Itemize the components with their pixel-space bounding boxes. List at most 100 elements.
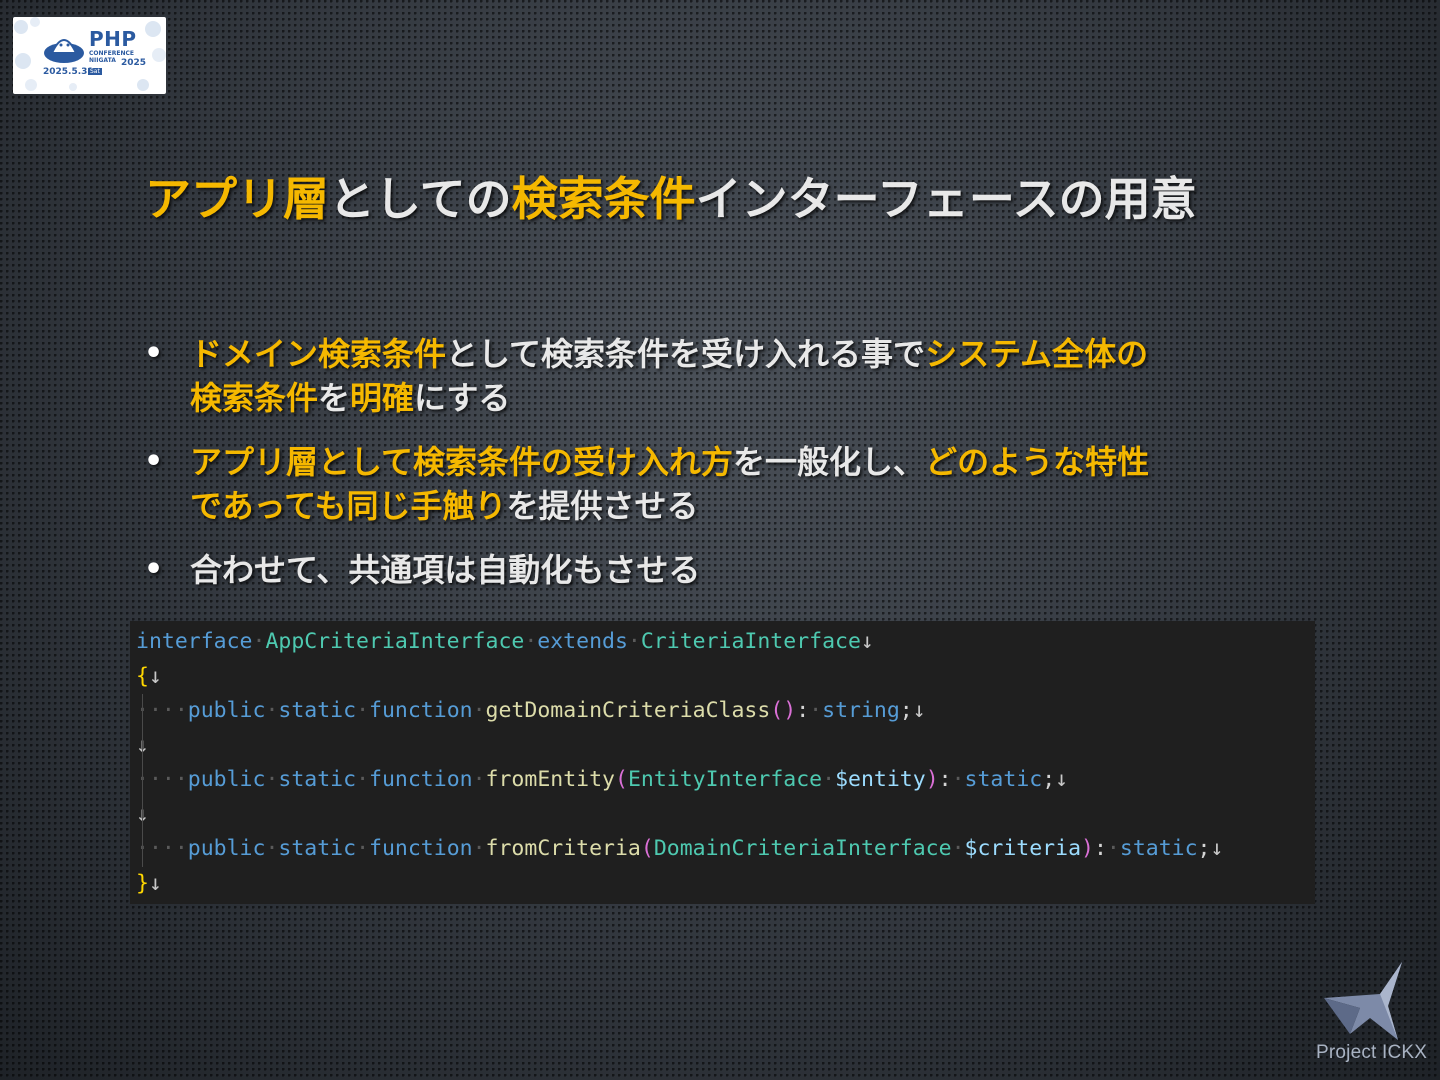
code-token: AppCriteriaInterface bbox=[265, 629, 525, 654]
indent-guide bbox=[142, 797, 143, 832]
bullet-text: にする bbox=[414, 379, 511, 417]
code-token: · bbox=[265, 698, 279, 723]
code-token: static bbox=[278, 836, 357, 861]
project-ickx-logo: Project ICKX bbox=[1310, 958, 1430, 1073]
code-token: : bbox=[1093, 836, 1107, 861]
code-token: · bbox=[809, 698, 823, 723]
code-line: ····public·static·function·getDomainCrit… bbox=[136, 694, 1315, 729]
code-token: · bbox=[627, 629, 641, 654]
bullet-line: 検索条件を明確にする bbox=[190, 376, 1290, 420]
code-line: }↓ bbox=[136, 867, 1315, 902]
title-segment: 検索条件 bbox=[511, 172, 696, 226]
code-token: · bbox=[472, 698, 486, 723]
bullet-dot-icon: • bbox=[144, 444, 164, 479]
code-token: · bbox=[472, 836, 486, 861]
code-token: public bbox=[187, 836, 266, 861]
indent-guide bbox=[142, 694, 143, 729]
bullet-line: であっても同じ手触りを提供させる bbox=[190, 484, 1290, 528]
code-token: : bbox=[796, 698, 810, 723]
code-token: ↓ bbox=[912, 698, 926, 723]
code-token: () bbox=[770, 698, 797, 723]
elephant-mascot-icon bbox=[44, 39, 84, 63]
code-token: function bbox=[369, 698, 473, 723]
bullet-text: 合わせて、共通項は自動化もさせる bbox=[190, 551, 701, 589]
code-token: · bbox=[356, 836, 370, 861]
code-token: · bbox=[951, 836, 965, 861]
ickx-bird-icon bbox=[1324, 962, 1402, 1040]
bullet-highlight-text: アプリ層として検索条件の受け入れ方 bbox=[190, 443, 734, 481]
code-token: { bbox=[136, 663, 149, 689]
code-token: · bbox=[356, 767, 370, 792]
bullet-highlight-text: 検索条件 bbox=[190, 379, 319, 417]
code-line: interface·AppCriteriaInterface·extends·C… bbox=[136, 625, 1315, 660]
code-line: ····public·static·function·fromCriteria(… bbox=[136, 832, 1315, 867]
bullet-highlight-text: であっても同じ手触り bbox=[190, 487, 507, 525]
bullet-line: アプリ層として検索条件の受け入れ方を一般化し、どのような特性 bbox=[190, 440, 1290, 484]
bullet-text: を一般化し、 bbox=[733, 443, 926, 481]
logo-php-text: PHP bbox=[89, 27, 137, 51]
code-token: · bbox=[822, 767, 836, 792]
code-block: interface·AppCriteriaInterface·extends·C… bbox=[130, 621, 1315, 904]
bullet-item: • アプリ層として検索条件の受け入れ方を一般化し、どのような特性 であっても同じ手触… bbox=[140, 440, 1290, 528]
bullet-text: を提供させる bbox=[506, 487, 699, 525]
code-token: function bbox=[369, 767, 473, 792]
code-token: ↓ bbox=[148, 870, 162, 896]
title-segment: インターフェースの用意 bbox=[695, 172, 1197, 226]
code-token: ) bbox=[1081, 836, 1094, 861]
code-token: ↓ bbox=[1055, 767, 1069, 792]
code-token: string bbox=[822, 698, 900, 723]
bullet-list: • ドメイン検索条件として検索条件を受け入れる事でシステム全体の 検索条件を明確にす… bbox=[140, 332, 1290, 612]
code-token: ···· bbox=[136, 698, 188, 723]
code-token: public bbox=[187, 767, 266, 792]
code-token: } bbox=[136, 870, 149, 896]
code-token: interface bbox=[136, 629, 253, 654]
code-token: static bbox=[1119, 836, 1198, 861]
code-line: ↓ bbox=[136, 797, 1315, 832]
bullet-highlight-text: どのような特性 bbox=[925, 443, 1150, 481]
bullet-item: • 合わせて、共通項は自動化もさせる bbox=[140, 548, 1290, 592]
code-token: DomainCriteriaInterface bbox=[653, 836, 952, 861]
logo-date: 2025.5.31 bbox=[43, 67, 94, 77]
slide-title: アプリ層としての検索条件インターフェースの用意 bbox=[145, 168, 1345, 230]
code-token: function bbox=[369, 836, 473, 861]
indent-guide bbox=[142, 832, 143, 867]
code-token: · bbox=[265, 836, 279, 861]
bullet-text: として検索条件を受け入れる事で bbox=[446, 335, 926, 373]
code-token: · bbox=[951, 767, 965, 792]
code-token: $entity bbox=[835, 767, 926, 792]
bullet-dot-icon: • bbox=[144, 552, 164, 587]
logo-year: 2025 bbox=[121, 58, 147, 68]
code-token: ↓ bbox=[860, 629, 874, 654]
title-segment: アプリ層 bbox=[145, 172, 329, 226]
code-token: static bbox=[278, 767, 357, 792]
code-token: ···· bbox=[136, 836, 188, 861]
code-token: ; bbox=[1042, 767, 1056, 792]
code-token: : bbox=[938, 767, 952, 792]
code-token: ↓ bbox=[148, 663, 162, 689]
code-token: fromCriteria bbox=[485, 836, 641, 861]
bullet-item: • ドメイン検索条件として検索条件を受け入れる事でシステム全体の 検索条件を明確にす… bbox=[140, 332, 1290, 420]
code-token: · bbox=[472, 767, 486, 792]
code-token: ; bbox=[899, 698, 913, 723]
code-line: ↓ bbox=[136, 728, 1315, 763]
code-token: fromEntity bbox=[485, 767, 615, 792]
code-token: · bbox=[524, 629, 538, 654]
code-token: static bbox=[278, 698, 357, 723]
bullet-text: を bbox=[318, 379, 351, 417]
code-token: CriteriaInterface bbox=[640, 629, 861, 654]
slide: PHP CONFERENCE NIIGATA 2025 2025.5.31 Sa… bbox=[0, 0, 1440, 1080]
title-segment: としての bbox=[329, 172, 512, 226]
code-token: ···· bbox=[136, 767, 188, 792]
code-token: · bbox=[1106, 836, 1120, 861]
code-token: static bbox=[964, 767, 1043, 792]
code-token: getDomainCriteriaClass bbox=[485, 698, 771, 723]
code-token: ↓ bbox=[1210, 836, 1224, 861]
code-line: {↓ bbox=[136, 660, 1315, 695]
code-token: ; bbox=[1197, 836, 1211, 861]
code-token: ( bbox=[640, 836, 654, 861]
bullet-highlight-text: 明確 bbox=[350, 379, 415, 417]
code-token: ) bbox=[925, 767, 939, 792]
code-token: · bbox=[356, 698, 370, 723]
logo-day: Sat bbox=[88, 68, 102, 75]
code-token: $criteria bbox=[964, 836, 1082, 861]
